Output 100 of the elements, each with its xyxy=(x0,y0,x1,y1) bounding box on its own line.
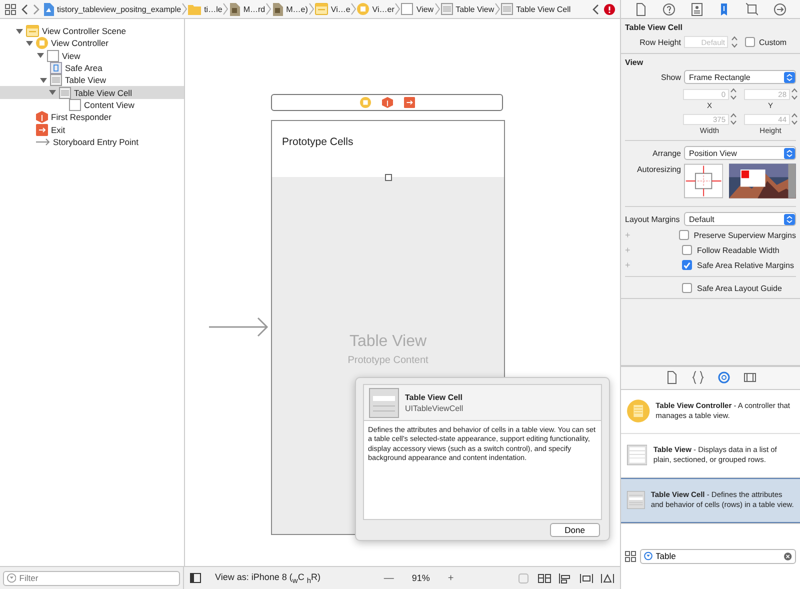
caret-icon xyxy=(784,148,795,158)
table-icon xyxy=(440,3,453,15)
ruler-icon[interactable] xyxy=(746,2,758,16)
chevron-icon xyxy=(495,3,500,15)
field-label: Show xyxy=(660,72,681,82)
breadcrumb-item[interactable]: tistory_tableview_positng_example xyxy=(43,2,182,16)
exit-icon xyxy=(36,124,48,136)
breadcrumb-item[interactable]: View xyxy=(401,3,434,15)
safe-area-icon xyxy=(50,62,62,74)
outline-item[interactable]: View Controller xyxy=(0,37,184,50)
table-icon xyxy=(501,3,514,15)
file-icon[interactable] xyxy=(634,2,647,16)
field-label: Arrange xyxy=(652,148,681,158)
breadcrumb-item[interactable]: Table View xyxy=(440,3,494,15)
clear-icon[interactable] xyxy=(784,552,792,561)
table-cell-icon xyxy=(369,388,399,418)
file-icon[interactable] xyxy=(666,371,678,384)
checkbox[interactable] xyxy=(682,283,692,293)
object-library-icon[interactable] xyxy=(718,371,730,384)
outline-item[interactable]: First Responder xyxy=(0,111,184,124)
section-header: Prototype Cells xyxy=(282,136,354,148)
search-input[interactable]: Table xyxy=(656,551,782,562)
outline-item[interactable]: Exit xyxy=(0,123,184,136)
table-icon xyxy=(50,74,62,86)
pin-icon[interactable] xyxy=(580,572,593,584)
outline-item[interactable]: Table View xyxy=(0,74,184,86)
storyboard-file-icon xyxy=(272,2,284,16)
outline-item[interactable]: Safe Area xyxy=(0,62,184,74)
checkbox[interactable] xyxy=(745,37,755,47)
chevron-icon xyxy=(351,3,356,15)
filter-field[interactable]: Filter xyxy=(3,570,180,586)
arrow-icon xyxy=(36,138,50,146)
section-title: Table View Cell xyxy=(625,23,684,32)
filter-input[interactable]: Filter xyxy=(19,573,176,583)
scene-icon xyxy=(26,25,39,38)
error-icon[interactable] xyxy=(604,4,615,14)
placeholder-subtitle: Prototype Content xyxy=(348,355,428,366)
stepper-icon[interactable] xyxy=(731,35,738,49)
stepper-icon[interactable] xyxy=(790,87,798,101)
caret-icon xyxy=(784,214,795,224)
resize-handle[interactable] xyxy=(385,174,392,181)
controller-icon xyxy=(36,37,48,50)
stepper-icon[interactable] xyxy=(730,87,736,101)
done-button[interactable]: Done xyxy=(550,523,600,537)
filter-icon xyxy=(644,551,652,562)
outline-item[interactable]: View xyxy=(0,50,184,62)
media-icon[interactable] xyxy=(744,371,756,384)
popover-title: Table View Cell xyxy=(405,392,464,402)
controller-icon xyxy=(357,3,370,15)
layout-margins-popup[interactable]: Default xyxy=(684,212,796,226)
chevron-icon xyxy=(182,3,188,15)
breadcrumb-item[interactable]: M…rd xyxy=(229,2,266,16)
checkbox[interactable] xyxy=(682,245,692,255)
zoom-out-button[interactable]: — xyxy=(380,572,398,584)
field-label: Layout Margins xyxy=(625,214,681,224)
folder-icon xyxy=(188,4,202,14)
checkbox-label: Safe Area Layout Guide xyxy=(697,284,782,292)
arrange-popup[interactable]: Position View xyxy=(684,146,796,160)
chevron-icon xyxy=(266,3,272,15)
breadcrumb-item[interactable]: Vi…er xyxy=(357,3,394,15)
chevron-icon xyxy=(308,3,314,15)
identity-icon[interactable] xyxy=(690,2,703,16)
align-icon[interactable] xyxy=(559,572,572,584)
resolve-icon[interactable] xyxy=(601,572,614,584)
outline-item[interactable]: View Controller Scene xyxy=(0,25,184,38)
stack-icon[interactable] xyxy=(538,572,551,584)
outline-item[interactable]: Table View Cell xyxy=(0,86,184,99)
show-popup[interactable]: Frame Rectangle xyxy=(684,70,796,84)
help-icon[interactable] xyxy=(662,2,675,16)
cube-icon xyxy=(36,111,48,124)
cube-icon[interactable] xyxy=(382,97,392,108)
breadcrumb-item[interactable]: ti…le xyxy=(188,4,222,14)
outline-item[interactable]: Storyboard Entry Point xyxy=(0,136,184,148)
view-icon xyxy=(401,3,414,15)
field-label: Autoresizing xyxy=(636,165,681,174)
device-label[interactable]: View as: iPhone 8 ($_{w}$C $_{h}$R) xyxy=(215,572,320,584)
outline-item[interactable]: Content View xyxy=(0,98,184,112)
checkbox-label: Safe Area Relative Margins xyxy=(697,260,794,270)
sidebar-toggle-icon[interactable] xyxy=(190,573,201,583)
checkbox[interactable] xyxy=(678,230,689,240)
grid-icon[interactable] xyxy=(625,550,636,562)
placeholder-title: Table View xyxy=(349,333,427,351)
field-label: Row Height xyxy=(638,38,681,46)
exit-icon[interactable] xyxy=(404,97,414,108)
autoresizing-control[interactable] xyxy=(684,163,724,199)
view-icon xyxy=(69,98,81,111)
stepper-icon[interactable] xyxy=(790,112,798,126)
grid-icon[interactable] xyxy=(5,4,16,14)
breadcrumb-item[interactable]: Table View Cell xyxy=(501,3,571,15)
scene-icon xyxy=(314,3,328,15)
search-field[interactable]: Table xyxy=(640,548,796,564)
checkbox[interactable] xyxy=(682,260,692,270)
chevron-icon xyxy=(434,3,440,15)
storyboard-file-icon xyxy=(229,2,240,16)
stepper-icon[interactable] xyxy=(730,112,736,126)
breadcrumb-item[interactable]: Vi…e xyxy=(314,3,350,15)
arrow-circle-icon[interactable] xyxy=(774,2,786,16)
braces-icon[interactable] xyxy=(692,371,704,384)
breadcrumb-item[interactable]: M…e) xyxy=(272,2,308,16)
zoom-in-button[interactable]: + xyxy=(444,572,458,584)
